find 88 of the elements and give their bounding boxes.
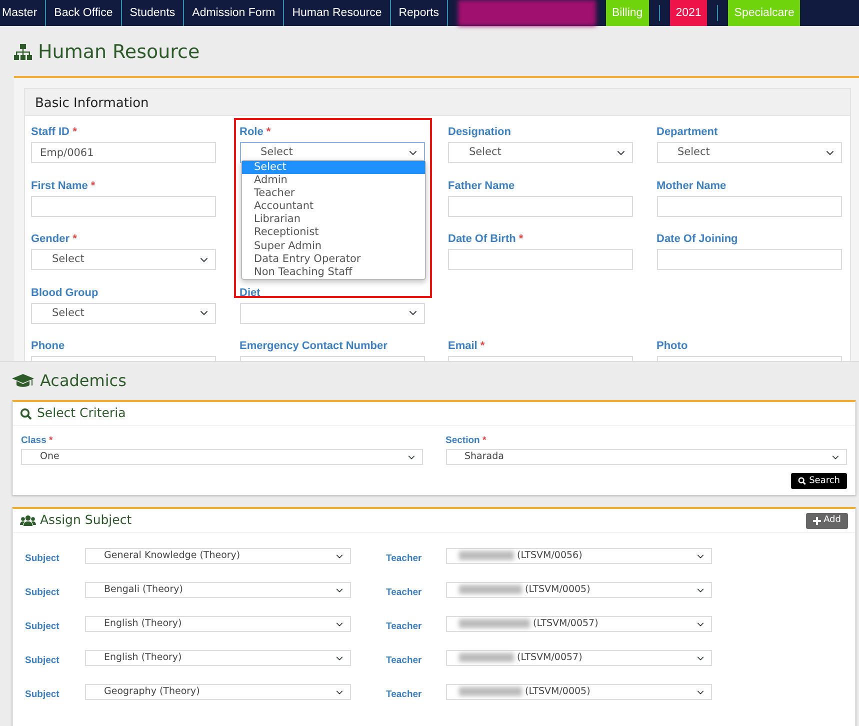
graduation-cap-icon	[12, 374, 34, 388]
select-field[interactable]: English (Theory)	[85, 650, 351, 666]
required-mark: *	[482, 435, 486, 446]
field-label: Subject	[25, 620, 60, 634]
select-field[interactable]: Geography (Theory)	[85, 684, 351, 700]
select-field[interactable]: (LTSVM/0057)	[446, 650, 712, 666]
field-label: Role *	[240, 125, 272, 138]
nav-link[interactable]: Reports	[390, 0, 448, 26]
input-field[interactable]	[656, 196, 842, 216]
required-mark: *	[480, 340, 485, 352]
input-field[interactable]	[448, 196, 633, 216]
dropdown-option[interactable]: Teacher	[242, 187, 425, 200]
input-field[interactable]	[656, 249, 842, 270]
field-label: Department	[656, 125, 719, 138]
required-mark: *	[266, 126, 271, 138]
nav-link[interactable]: Back Office	[46, 0, 122, 26]
page-title: Academics	[40, 370, 126, 392]
select-field[interactable]: (LTSVM/0005)	[446, 582, 712, 598]
select-field[interactable]: (LTSVM/0057)	[446, 616, 712, 632]
field-label: Designation	[448, 125, 512, 138]
search-icon	[798, 477, 806, 485]
nav-badge[interactable]: 2021	[670, 0, 708, 26]
input-field[interactable]: Emp/0061	[31, 142, 216, 163]
field-label: Phone	[31, 339, 66, 352]
field-label: Section *	[446, 434, 488, 446]
field-label: Subject	[25, 688, 60, 702]
field-label: Mother Name	[656, 178, 728, 192]
field-label: Staff ID *	[31, 125, 78, 138]
input-field[interactable]	[31, 196, 216, 216]
select-field[interactable]: Select	[656, 142, 842, 163]
nav-link[interactable]: Master	[0, 0, 46, 26]
field-label: Teacher	[386, 620, 423, 634]
card-title: Select Criteria	[37, 404, 126, 422]
field-label: Subject	[25, 586, 60, 600]
field-label: Teacher	[386, 654, 423, 668]
dropdown-option[interactable]: Accountant	[242, 200, 425, 214]
select-field[interactable]: (LTSVM/0056)	[446, 548, 712, 564]
select-field[interactable]: Bengali (Theory)	[85, 582, 351, 598]
dropdown-option[interactable]: Non Teaching Staff	[242, 266, 425, 279]
required-mark: *	[72, 233, 77, 245]
sitemap-icon	[14, 44, 32, 60]
select-field[interactable]	[240, 302, 424, 324]
dropdown-option[interactable]: Data Entry Operator	[242, 252, 425, 266]
select-field[interactable]: General Knowledge (Theory)	[85, 548, 351, 564]
field-label: Date Of Birth *	[448, 232, 524, 245]
field-label: Gender *	[31, 232, 78, 245]
field-label: Class *	[21, 434, 54, 446]
field-label: Blood Group	[31, 286, 100, 298]
nav-link[interactable]: Human Resource	[284, 0, 391, 26]
field-label: Subject	[25, 654, 60, 668]
card-title: Basic Information	[25, 89, 850, 116]
field-label: Date Of Joining	[656, 232, 739, 245]
input-field[interactable]	[448, 249, 633, 270]
field-label: Email *	[448, 339, 486, 352]
dropdown-option[interactable]: Admin	[242, 174, 425, 188]
field-label: Teacher	[386, 552, 423, 566]
select-field[interactable]: English (Theory)	[85, 616, 351, 632]
select-field[interactable]: Select	[31, 249, 216, 270]
dropdown-option[interactable]: Super Admin	[242, 240, 425, 253]
plus-icon	[812, 516, 821, 524]
select-field[interactable]: Select	[31, 302, 216, 324]
field-label: Teacher	[386, 586, 423, 600]
field-label: Diet	[240, 286, 262, 298]
field-label: Subject	[25, 552, 60, 566]
dropdown-option[interactable]: Librarian	[242, 213, 425, 226]
search-button[interactable]: Search	[791, 473, 847, 489]
add-button[interactable]: Add	[806, 512, 848, 528]
field-label: Photo	[656, 339, 689, 352]
page-title: Human Resource	[38, 40, 200, 65]
users-icon	[20, 514, 36, 526]
nav-link[interactable]: Students	[122, 0, 184, 26]
field-label: Teacher	[386, 688, 423, 702]
field-label: Father Name	[448, 178, 516, 192]
field-label: First Name *	[31, 178, 96, 192]
search-icon	[20, 408, 32, 420]
select-field[interactable]: (LTSVM/0005)	[446, 684, 712, 700]
redacted-nav-item[interactable]	[458, 0, 596, 26]
select-field[interactable]: Select	[448, 142, 633, 163]
required-mark: *	[49, 435, 53, 446]
card-title: Assign Subject	[40, 511, 132, 530]
field-label: Emergency Contact Number	[240, 339, 388, 352]
nav-link[interactable]: Admission Form	[184, 0, 284, 26]
select-field[interactable]: One	[21, 449, 422, 465]
select-field[interactable]: Sharada	[446, 449, 847, 465]
dropdown-option[interactable]: Receptionist	[242, 226, 425, 240]
required-mark: *	[518, 233, 524, 245]
required-mark: *	[72, 126, 77, 138]
required-mark: *	[90, 180, 96, 192]
